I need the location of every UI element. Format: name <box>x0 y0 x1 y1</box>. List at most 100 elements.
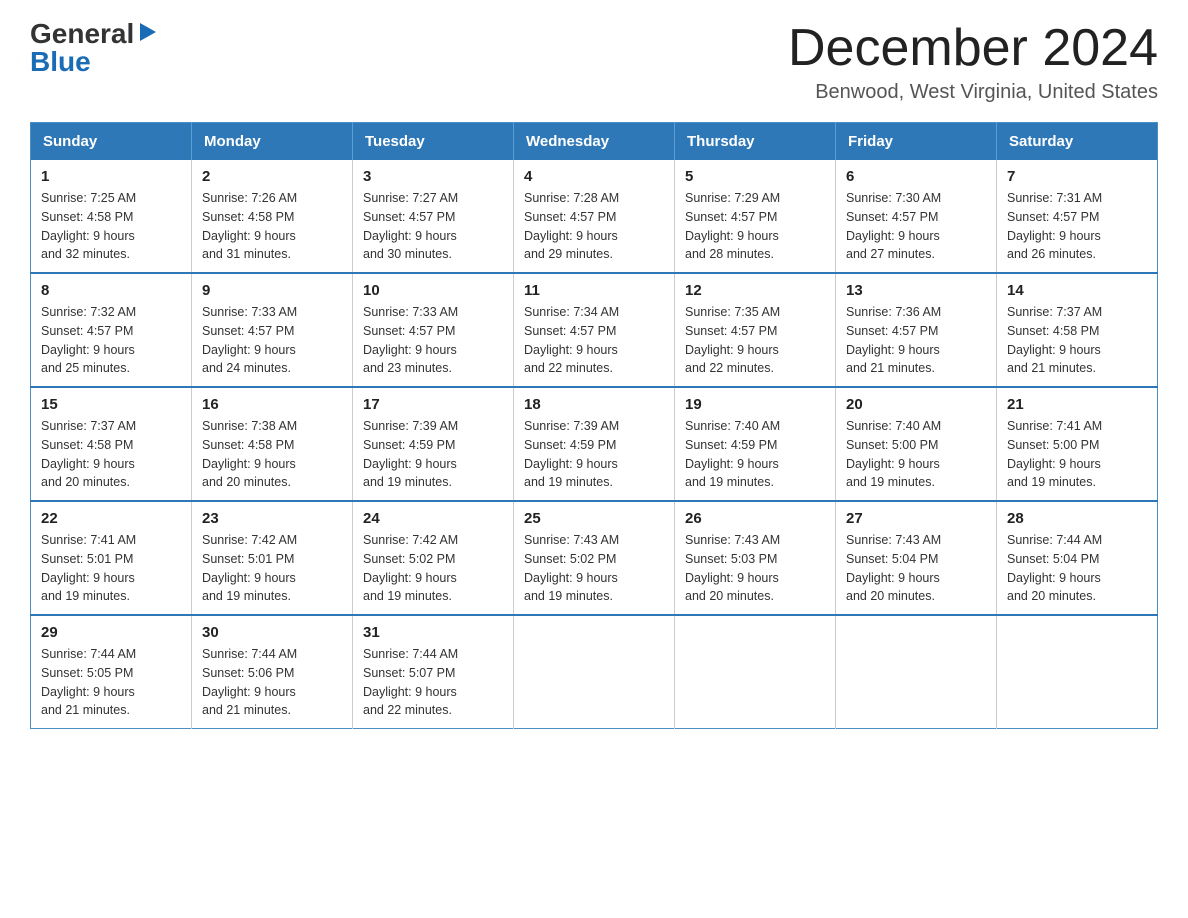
calendar-cell: 4 Sunrise: 7:28 AMSunset: 4:57 PMDayligh… <box>514 160 675 273</box>
day-number: 3 <box>363 168 503 185</box>
day-info: Sunrise: 7:44 AMSunset: 5:05 PMDaylight:… <box>41 645 181 720</box>
day-info: Sunrise: 7:35 AMSunset: 4:57 PMDaylight:… <box>685 303 825 378</box>
calendar-cell <box>675 615 836 729</box>
day-info: Sunrise: 7:42 AMSunset: 5:01 PMDaylight:… <box>202 531 342 606</box>
day-info: Sunrise: 7:40 AMSunset: 4:59 PMDaylight:… <box>685 417 825 492</box>
calendar-cell: 6 Sunrise: 7:30 AMSunset: 4:57 PMDayligh… <box>836 160 997 273</box>
day-info: Sunrise: 7:42 AMSunset: 5:02 PMDaylight:… <box>363 531 503 606</box>
day-info: Sunrise: 7:29 AMSunset: 4:57 PMDaylight:… <box>685 189 825 264</box>
day-info: Sunrise: 7:28 AMSunset: 4:57 PMDaylight:… <box>524 189 664 264</box>
calendar-header-row: SundayMondayTuesdayWednesdayThursdayFrid… <box>31 123 1158 161</box>
day-number: 25 <box>524 510 664 527</box>
calendar-week-row: 8 Sunrise: 7:32 AMSunset: 4:57 PMDayligh… <box>31 273 1158 387</box>
logo-arrow-icon <box>136 21 158 43</box>
calendar-header-wednesday: Wednesday <box>514 123 675 161</box>
day-number: 19 <box>685 396 825 413</box>
day-info: Sunrise: 7:44 AMSunset: 5:04 PMDaylight:… <box>1007 531 1147 606</box>
calendar-cell <box>997 615 1158 729</box>
day-info: Sunrise: 7:43 AMSunset: 5:03 PMDaylight:… <box>685 531 825 606</box>
day-number: 23 <box>202 510 342 527</box>
logo-blue-text: Blue <box>30 48 91 76</box>
calendar-cell: 20 Sunrise: 7:40 AMSunset: 5:00 PMDaylig… <box>836 387 997 501</box>
day-info: Sunrise: 7:41 AMSunset: 5:00 PMDaylight:… <box>1007 417 1147 492</box>
day-number: 31 <box>363 624 503 641</box>
calendar-week-row: 29 Sunrise: 7:44 AMSunset: 5:05 PMDaylig… <box>31 615 1158 729</box>
day-number: 16 <box>202 396 342 413</box>
calendar-cell: 24 Sunrise: 7:42 AMSunset: 5:02 PMDaylig… <box>353 501 514 615</box>
day-info: Sunrise: 7:25 AMSunset: 4:58 PMDaylight:… <box>41 189 181 264</box>
calendar-cell: 28 Sunrise: 7:44 AMSunset: 5:04 PMDaylig… <box>997 501 1158 615</box>
day-info: Sunrise: 7:38 AMSunset: 4:58 PMDaylight:… <box>202 417 342 492</box>
calendar-cell: 17 Sunrise: 7:39 AMSunset: 4:59 PMDaylig… <box>353 387 514 501</box>
day-number: 12 <box>685 282 825 299</box>
day-number: 13 <box>846 282 986 299</box>
title-section: December 2024 Benwood, West Virginia, Un… <box>788 20 1158 104</box>
calendar-table: SundayMondayTuesdayWednesdayThursdayFrid… <box>30 122 1158 729</box>
logo: General Blue <box>30 20 158 76</box>
day-info: Sunrise: 7:41 AMSunset: 5:01 PMDaylight:… <box>41 531 181 606</box>
calendar-cell: 7 Sunrise: 7:31 AMSunset: 4:57 PMDayligh… <box>997 160 1158 273</box>
calendar-cell: 9 Sunrise: 7:33 AMSunset: 4:57 PMDayligh… <box>192 273 353 387</box>
day-number: 8 <box>41 282 181 299</box>
calendar-cell <box>836 615 997 729</box>
calendar-header-friday: Friday <box>836 123 997 161</box>
calendar-cell: 25 Sunrise: 7:43 AMSunset: 5:02 PMDaylig… <box>514 501 675 615</box>
day-info: Sunrise: 7:39 AMSunset: 4:59 PMDaylight:… <box>524 417 664 492</box>
calendar-cell: 30 Sunrise: 7:44 AMSunset: 5:06 PMDaylig… <box>192 615 353 729</box>
day-number: 20 <box>846 396 986 413</box>
day-info: Sunrise: 7:33 AMSunset: 4:57 PMDaylight:… <box>202 303 342 378</box>
calendar-cell: 3 Sunrise: 7:27 AMSunset: 4:57 PMDayligh… <box>353 160 514 273</box>
day-info: Sunrise: 7:40 AMSunset: 5:00 PMDaylight:… <box>846 417 986 492</box>
day-info: Sunrise: 7:31 AMSunset: 4:57 PMDaylight:… <box>1007 189 1147 264</box>
day-number: 6 <box>846 168 986 185</box>
calendar-cell: 27 Sunrise: 7:43 AMSunset: 5:04 PMDaylig… <box>836 501 997 615</box>
day-number: 22 <box>41 510 181 527</box>
calendar-cell: 18 Sunrise: 7:39 AMSunset: 4:59 PMDaylig… <box>514 387 675 501</box>
day-info: Sunrise: 7:44 AMSunset: 5:06 PMDaylight:… <box>202 645 342 720</box>
calendar-cell: 19 Sunrise: 7:40 AMSunset: 4:59 PMDaylig… <box>675 387 836 501</box>
day-info: Sunrise: 7:27 AMSunset: 4:57 PMDaylight:… <box>363 189 503 264</box>
calendar-cell: 22 Sunrise: 7:41 AMSunset: 5:01 PMDaylig… <box>31 501 192 615</box>
month-title: December 2024 <box>788 20 1158 77</box>
day-number: 2 <box>202 168 342 185</box>
day-number: 21 <box>1007 396 1147 413</box>
calendar-week-row: 15 Sunrise: 7:37 AMSunset: 4:58 PMDaylig… <box>31 387 1158 501</box>
day-number: 24 <box>363 510 503 527</box>
day-number: 7 <box>1007 168 1147 185</box>
day-number: 5 <box>685 168 825 185</box>
calendar-header-thursday: Thursday <box>675 123 836 161</box>
calendar-cell: 1 Sunrise: 7:25 AMSunset: 4:58 PMDayligh… <box>31 160 192 273</box>
calendar-cell: 8 Sunrise: 7:32 AMSunset: 4:57 PMDayligh… <box>31 273 192 387</box>
day-info: Sunrise: 7:39 AMSunset: 4:59 PMDaylight:… <box>363 417 503 492</box>
calendar-cell: 5 Sunrise: 7:29 AMSunset: 4:57 PMDayligh… <box>675 160 836 273</box>
day-number: 26 <box>685 510 825 527</box>
calendar-week-row: 1 Sunrise: 7:25 AMSunset: 4:58 PMDayligh… <box>31 160 1158 273</box>
calendar-cell: 12 Sunrise: 7:35 AMSunset: 4:57 PMDaylig… <box>675 273 836 387</box>
day-info: Sunrise: 7:37 AMSunset: 4:58 PMDaylight:… <box>1007 303 1147 378</box>
day-number: 17 <box>363 396 503 413</box>
day-number: 9 <box>202 282 342 299</box>
day-info: Sunrise: 7:44 AMSunset: 5:07 PMDaylight:… <box>363 645 503 720</box>
calendar-header-saturday: Saturday <box>997 123 1158 161</box>
day-number: 1 <box>41 168 181 185</box>
calendar-cell: 11 Sunrise: 7:34 AMSunset: 4:57 PMDaylig… <box>514 273 675 387</box>
calendar-cell: 16 Sunrise: 7:38 AMSunset: 4:58 PMDaylig… <box>192 387 353 501</box>
day-number: 11 <box>524 282 664 299</box>
day-number: 4 <box>524 168 664 185</box>
calendar-cell: 14 Sunrise: 7:37 AMSunset: 4:58 PMDaylig… <box>997 273 1158 387</box>
day-info: Sunrise: 7:33 AMSunset: 4:57 PMDaylight:… <box>363 303 503 378</box>
day-number: 28 <box>1007 510 1147 527</box>
calendar-header-sunday: Sunday <box>31 123 192 161</box>
day-info: Sunrise: 7:37 AMSunset: 4:58 PMDaylight:… <box>41 417 181 492</box>
calendar-cell: 29 Sunrise: 7:44 AMSunset: 5:05 PMDaylig… <box>31 615 192 729</box>
calendar-cell: 10 Sunrise: 7:33 AMSunset: 4:57 PMDaylig… <box>353 273 514 387</box>
calendar-cell: 23 Sunrise: 7:42 AMSunset: 5:01 PMDaylig… <box>192 501 353 615</box>
day-info: Sunrise: 7:34 AMSunset: 4:57 PMDaylight:… <box>524 303 664 378</box>
day-number: 10 <box>363 282 503 299</box>
page-header: General Blue December 2024 Benwood, West… <box>30 20 1158 104</box>
day-number: 30 <box>202 624 342 641</box>
day-info: Sunrise: 7:26 AMSunset: 4:58 PMDaylight:… <box>202 189 342 264</box>
calendar-cell: 26 Sunrise: 7:43 AMSunset: 5:03 PMDaylig… <box>675 501 836 615</box>
day-number: 14 <box>1007 282 1147 299</box>
calendar-header-tuesday: Tuesday <box>353 123 514 161</box>
